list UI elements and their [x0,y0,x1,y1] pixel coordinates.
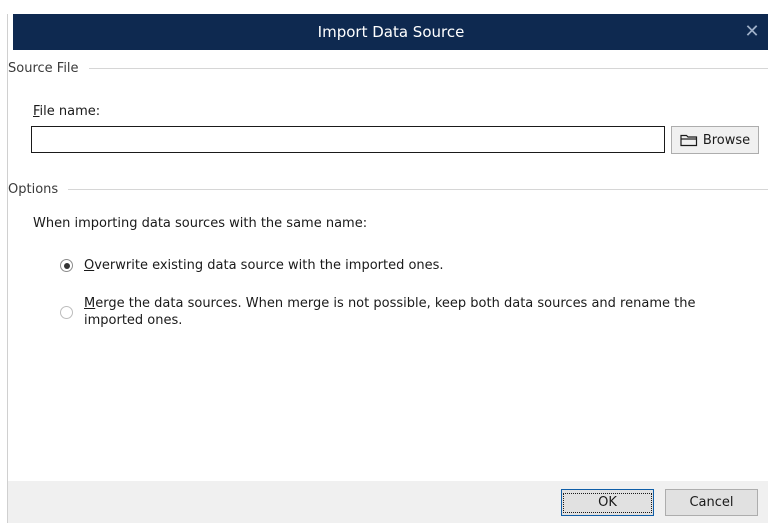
cancel-label: Cancel [689,495,734,510]
section-divider [68,188,768,190]
browse-button[interactable]: Browse [671,126,759,154]
section-divider [88,67,768,69]
cancel-button[interactable]: Cancel [665,489,758,516]
import-prompt: When importing data sources with the sam… [33,216,368,231]
merge-radio[interactable] [60,306,73,319]
merge-option-label: Merge the data sources. When merge is no… [84,295,740,329]
file-name-label-text: ile name: [39,104,101,119]
source-file-group-header: Source File [8,59,768,77]
close-icon[interactable]: ✕ [737,14,767,50]
overwrite-radio[interactable] [60,259,73,272]
file-name-input[interactable] [31,126,665,153]
ok-label: OK [563,492,652,513]
import-data-source-dialog: Import Data Source ✕ Source File File na… [7,14,768,523]
ok-button[interactable]: OK [561,489,654,516]
options-group-header: Options [8,180,768,198]
overwrite-option-label: Overwrite existing data source with the … [84,257,444,274]
title-bar: Import Data Source ✕ [13,14,768,50]
source-file-section-label: Source File [8,60,79,76]
merge-option[interactable]: Merge the data sources. When merge is no… [60,295,740,329]
dialog-footer: OK Cancel [8,481,768,523]
dialog-title: Import Data Source [317,23,465,41]
overwrite-accesskey: O [84,258,95,273]
folder-icon [680,133,698,147]
merge-text: erge the data sources. When merge is not… [84,296,696,328]
file-name-label: File name: [33,104,100,119]
browse-label: Browse [702,132,751,148]
overwrite-option[interactable]: Overwrite existing data source with the … [60,257,444,274]
options-section-label: Options [8,181,59,197]
merge-accesskey: M [84,296,96,311]
overwrite-text: verwrite existing data source with the i… [94,258,444,273]
